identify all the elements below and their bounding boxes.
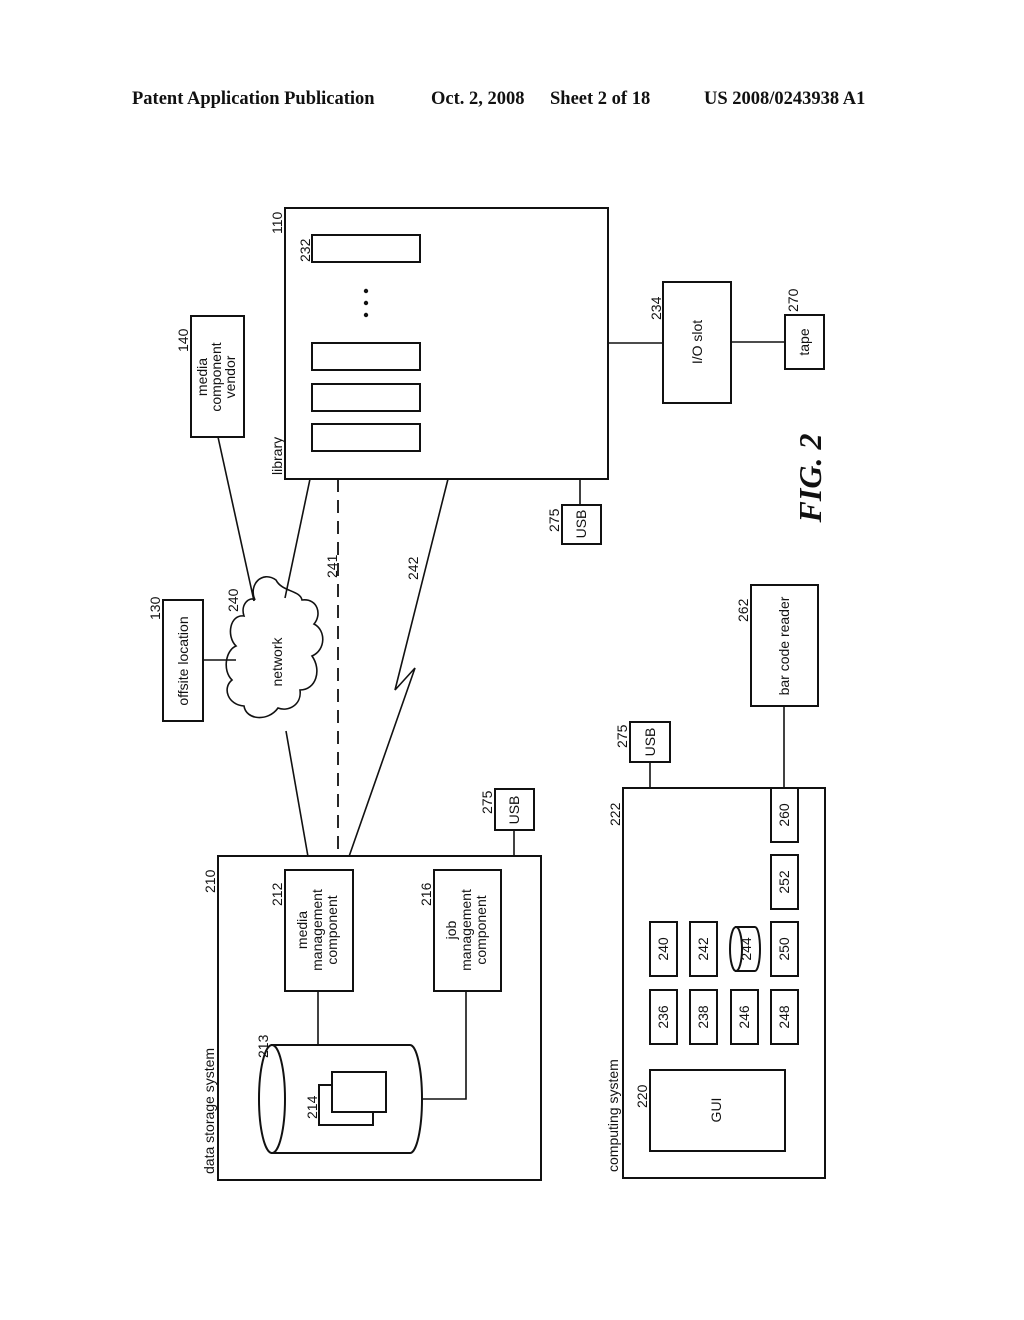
job-management-ref: 216	[418, 882, 434, 906]
job-management-line2: management	[458, 889, 474, 971]
media-management-line2: management	[309, 889, 325, 971]
offsite-label: offsite location	[175, 616, 191, 705]
wireless-link-242	[344, 478, 449, 869]
media-management-ref: 212	[269, 882, 285, 906]
io-slot-ref: 234	[648, 296, 664, 320]
data-storage-label: data storage system	[201, 1048, 217, 1174]
computing-system-ref: 222	[607, 802, 623, 826]
bar-code-reader-label: bar code reader	[776, 596, 792, 695]
svg-text:248: 248	[776, 1005, 792, 1029]
network-label: network	[269, 636, 285, 686]
offsite-ref: 130	[147, 596, 163, 620]
library-label: library	[269, 437, 285, 475]
gui-label: GUI	[708, 1098, 724, 1123]
dss-usb-ref: 275	[479, 790, 495, 814]
storage-slot-232	[311, 234, 421, 263]
vendor-ref: 140	[175, 328, 191, 352]
svg-text:246: 246	[736, 1005, 752, 1029]
figure-caption: FIG. 2	[792, 434, 828, 524]
svg-text:244: 244	[738, 937, 754, 961]
module-246: 246	[730, 989, 759, 1045]
wireless-link-ref: 242	[405, 556, 421, 580]
module-240: 240	[649, 921, 678, 977]
ellipsis-dot	[363, 300, 369, 306]
svg-text:260: 260	[776, 803, 792, 827]
direct-link-ref: 241	[324, 554, 340, 578]
svg-text:252: 252	[776, 870, 792, 894]
document-front	[331, 1071, 387, 1113]
storage-slot	[311, 423, 421, 452]
network-media-mgmt-link	[285, 730, 311, 869]
storage-slot	[311, 342, 421, 371]
cs-usb-label: USB	[642, 728, 658, 757]
data-storage-ref: 210	[202, 869, 218, 893]
ellipsis-dot	[363, 288, 369, 294]
module-238: 238	[689, 989, 718, 1045]
module-242: 242	[689, 921, 718, 977]
database-ref: 213	[255, 1034, 271, 1058]
svg-text:238: 238	[695, 1005, 711, 1029]
svg-text:240: 240	[655, 937, 671, 961]
job-management-line3: component	[473, 895, 489, 964]
module-252: 252	[770, 854, 799, 910]
module-248: 248	[770, 989, 799, 1045]
module-244-database: 244	[729, 926, 761, 972]
document-ref: 214	[304, 1095, 320, 1119]
computing-system-label: computing system	[605, 1059, 621, 1172]
tape-ref: 270	[785, 288, 801, 312]
vendor-network-link	[217, 436, 255, 602]
dss-usb-label: USB	[506, 796, 522, 825]
svg-text:242: 242	[695, 937, 711, 961]
ellipsis-dot	[363, 312, 369, 318]
svg-text:236: 236	[655, 1005, 671, 1029]
network-ref: 240	[225, 588, 241, 612]
tape-label: tape	[796, 328, 812, 355]
module-236: 236	[649, 989, 678, 1045]
media-management-line3: component	[324, 895, 340, 964]
library-usb-ref: 275	[546, 508, 562, 532]
module-260: 260	[770, 787, 799, 843]
fig2-diagram: 110 library 232 234 I/O slot 270 tape 27…	[147, 207, 828, 1181]
library-group: 110 library 232	[269, 207, 609, 480]
job-management-line1: job	[443, 920, 459, 940]
cs-usb-ref: 275	[614, 724, 630, 748]
media-management-line1: media	[294, 911, 310, 949]
gui-ref: 220	[634, 1084, 650, 1108]
library-usb-label: USB	[573, 510, 589, 539]
bar-code-reader-ref: 262	[735, 598, 751, 622]
storage-slot	[311, 383, 421, 412]
library-network-link	[284, 478, 311, 599]
vendor-label-line3: vendor	[222, 355, 238, 398]
io-slot-label: I/O slot	[689, 320, 705, 364]
slot-ref: 232	[297, 238, 313, 262]
module-250: 250	[770, 921, 799, 977]
svg-text:250: 250	[776, 937, 792, 961]
library-ref: 110	[269, 211, 285, 234]
